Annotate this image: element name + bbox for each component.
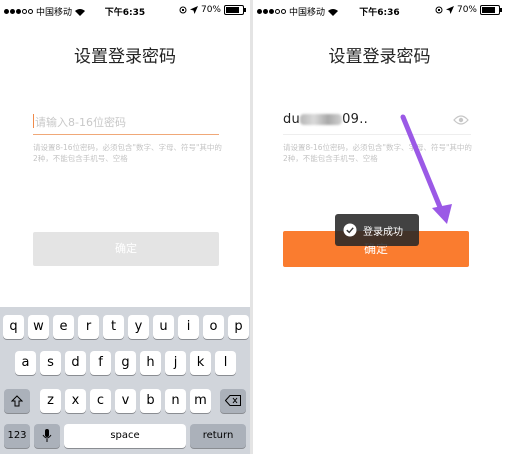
keyboard-row-4: 123 space return (0, 424, 250, 448)
password-input[interactable]: 请输入8-16位密码 (33, 108, 219, 135)
key-j[interactable]: j (165, 351, 186, 375)
battery-percent: 70% (200, 5, 221, 15)
key-i[interactable]: i (178, 315, 199, 339)
return-key[interactable]: return (190, 424, 246, 448)
password-placeholder: 请输入8-16位密码 (35, 116, 126, 129)
key-e[interactable]: e (53, 315, 74, 339)
key-b[interactable]: b (140, 389, 161, 413)
key-a[interactable]: a (15, 351, 36, 375)
key-x[interactable]: x (65, 389, 86, 413)
keyboard-row-3: zxcvbnm (0, 389, 250, 413)
key-g[interactable]: g (115, 351, 136, 375)
backspace-icon (224, 395, 241, 406)
page-title: 设置登录密码 (74, 47, 176, 67)
key-t[interactable]: t (103, 315, 124, 339)
microphone-icon (42, 428, 52, 442)
key-k[interactable]: k (190, 351, 211, 375)
keyboard-row-2: asdfghjkl (0, 351, 250, 375)
space-key[interactable]: space (64, 424, 186, 448)
key-w[interactable]: w (28, 315, 49, 339)
status-bar: 中国移动 下午6:35 70% (0, 0, 250, 20)
key-c[interactable]: c (90, 389, 111, 413)
key-o[interactable]: o (203, 315, 224, 339)
numbers-key[interactable]: 123 (4, 424, 30, 448)
key-s[interactable]: s (40, 351, 61, 375)
key-y[interactable]: y (128, 315, 149, 339)
annotation-arrow (400, 114, 452, 224)
key-h[interactable]: h (140, 351, 161, 375)
location-icon (189, 6, 198, 14)
key-d[interactable]: d (65, 351, 86, 375)
lock-rotation-icon (179, 6, 187, 14)
key-m[interactable]: m (190, 389, 211, 413)
key-l[interactable]: l (215, 351, 236, 375)
key-n[interactable]: n (165, 389, 186, 413)
password-hint: 请设置8-16位密码，必须包含"数字、字母、符号"其中的2种，不能包含手机号、空… (33, 143, 222, 163)
key-q[interactable]: q (3, 315, 24, 339)
confirm-button[interactable]: 确定 (33, 232, 219, 266)
onscreen-keyboard: qwertyuiop asdfghjkl zxcvbnm 123 space r… (0, 307, 250, 454)
key-v[interactable]: v (115, 389, 136, 413)
key-u[interactable]: u (153, 315, 174, 339)
left-phone-screen: 中国移动 下午6:35 70% 设置登录密码 请输入8-16位密码 请设置8-1… (0, 0, 250, 454)
right-phone-screen: 中国移动 下午6:36 70% 设置登录密码 du 09.. 请设置8-16位密码… (253, 0, 506, 454)
key-p[interactable]: p (228, 315, 249, 339)
key-r[interactable]: r (78, 315, 99, 339)
dictation-key[interactable] (34, 424, 60, 448)
key-z[interactable]: z (40, 389, 61, 413)
text-caret (33, 114, 34, 128)
delete-key[interactable] (220, 389, 246, 413)
keyboard-row-1: qwertyuiop (0, 315, 250, 339)
key-f[interactable]: f (90, 351, 111, 375)
battery-icon (224, 5, 246, 15)
